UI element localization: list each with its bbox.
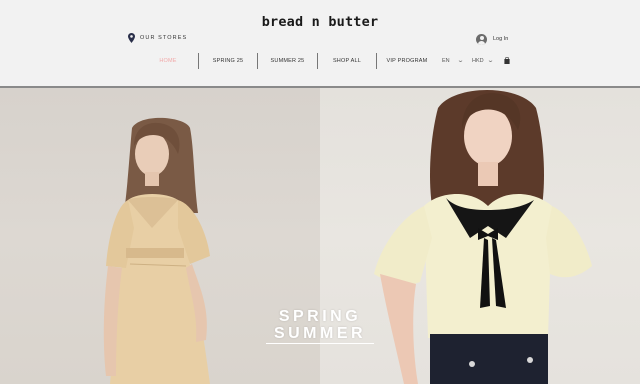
- hero-headline-underline: [266, 343, 374, 344]
- language-value: EN: [442, 58, 450, 64]
- user-avatar-icon: [476, 33, 487, 45]
- currency-value: HKD: [472, 58, 484, 64]
- nav-divider: [376, 53, 377, 69]
- brand-logo[interactable]: bread n butter: [0, 14, 640, 30]
- chevron-down-icon: ⌄: [456, 58, 464, 64]
- hero-headline-line2: SUMMER: [273, 325, 367, 342]
- nav-home[interactable]: HOME: [138, 52, 198, 70]
- our-stores-link[interactable]: OUR STORES: [128, 32, 187, 44]
- site-header: bread n butter OUR STORES Log In HOME SP…: [0, 0, 640, 87]
- nav-vip-program[interactable]: VIP PROGRAM: [378, 52, 436, 70]
- nav-shop-all[interactable]: SHOP ALL: [318, 52, 376, 70]
- login-button[interactable]: Log In: [476, 33, 508, 45]
- nav-summer-25[interactable]: SUMMER 25: [258, 52, 317, 70]
- our-stores-label: OUR STORES: [140, 35, 188, 41]
- chevron-down-icon: ⌄: [486, 58, 494, 64]
- main-navigation: HOME SPRING 25 SUMMER 25 SHOP ALL VIP PR…: [138, 52, 518, 70]
- hero-banner[interactable]: SPRING SUMMER: [0, 88, 640, 384]
- shopping-bag-icon[interactable]: [504, 57, 510, 64]
- currency-selector[interactable]: HKD ⌄: [472, 52, 494, 70]
- location-pin-icon: [128, 33, 135, 43]
- login-label: Log In: [493, 36, 509, 42]
- language-selector[interactable]: EN ⌄: [442, 52, 464, 70]
- nav-spring-25[interactable]: SPRING 25: [199, 52, 257, 70]
- hero-headline-line1: SPRING: [278, 308, 362, 325]
- hero-headline: SPRING SUMMER: [262, 308, 378, 342]
